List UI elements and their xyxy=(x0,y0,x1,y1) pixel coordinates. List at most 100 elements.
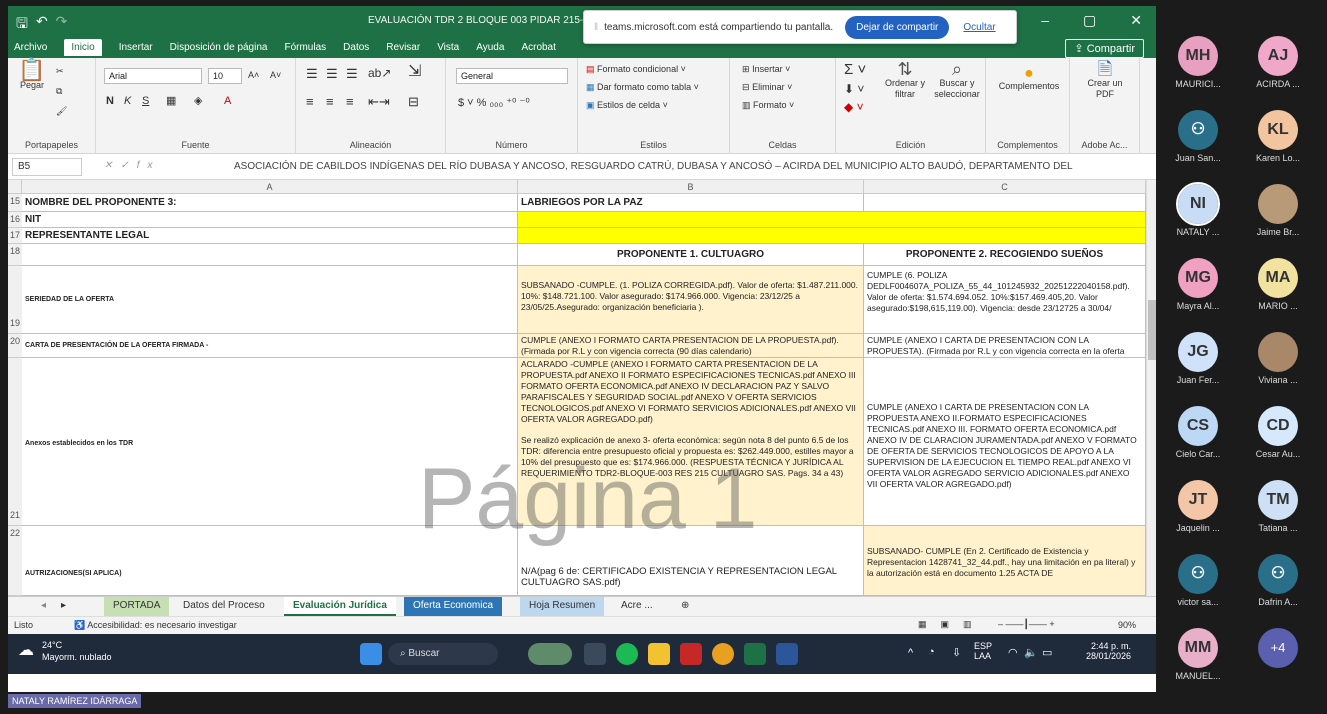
sort-filter-button[interactable]: ⇅ Ordenar y filtrar xyxy=(882,60,928,100)
table-cell[interactable]: NOMBRE DEL PROPONENTE 3: xyxy=(22,194,518,212)
table-cell[interactable]: REPRESENTANTE LEGAL xyxy=(22,228,518,244)
font-size-select[interactable]: 10 xyxy=(208,68,242,84)
table-cell[interactable]: SUBSANADO -CUMPLE. (1. POLIZA CORREGIDA.… xyxy=(518,266,864,334)
row-header[interactable]: 17 xyxy=(8,228,22,244)
sheet-tab-evaluacion-juridica[interactable]: Evaluación Jurídica xyxy=(284,597,396,616)
paste-button[interactable]: 📋 Pegar xyxy=(14,59,50,91)
clear-icon[interactable]: ◆ ˅ xyxy=(844,101,864,113)
table-cell[interactable]: PROPONENTE 1. CULTUAGRO xyxy=(518,244,864,266)
formula-content[interactable]: ASOCIACIÓN DE CABILDOS INDÍGENAS DEL RÍO… xyxy=(234,161,1073,172)
excel-icon[interactable] xyxy=(744,643,766,665)
sheet-tab-portada[interactable]: PORTADA xyxy=(104,597,170,616)
merge-icon[interactable]: ⊟ xyxy=(408,95,419,108)
table-cell[interactable] xyxy=(518,212,1146,228)
acrobat-icon[interactable] xyxy=(680,643,702,665)
next-sheet-icon[interactable]: ▸ xyxy=(52,597,75,616)
widget-icon[interactable] xyxy=(528,643,572,665)
cell-styles-button[interactable]: ▣ Estilos de celda ˅ xyxy=(586,100,668,111)
battery-icon[interactable]: ▭ xyxy=(1042,646,1052,659)
tab-disposicion[interactable]: Disposición de página xyxy=(170,42,268,53)
participant-tile[interactable]: Viviana ... xyxy=(1244,332,1312,392)
start-icon[interactable] xyxy=(360,643,382,665)
number-format-select[interactable]: General xyxy=(456,68,568,84)
fill-color-icon[interactable]: ◈ xyxy=(194,96,202,107)
share-button[interactable]: ⇪ Compartir xyxy=(1065,39,1144,58)
autosum-icon[interactable]: Σ ˅ xyxy=(844,62,866,77)
redo-icon[interactable]: ↷ xyxy=(56,13,68,37)
tab-revisar[interactable]: Revisar xyxy=(386,42,420,53)
wrap-text-icon[interactable]: ⇲ xyxy=(408,64,421,80)
tray-app-icon[interactable]: ◔ xyxy=(928,646,935,658)
usb-icon[interactable]: ⇩ xyxy=(952,646,961,659)
table-cell[interactable]: SERIEDAD DE LA OFERTA xyxy=(22,266,518,334)
table-cell[interactable]: CUMPLE (ANEXO I FORMATO CARTA PRESENTACI… xyxy=(518,334,864,358)
row-header[interactable]: 22 xyxy=(8,526,22,596)
orientation-icon[interactable]: ab↗ xyxy=(368,67,391,79)
undo-icon[interactable]: ↶ xyxy=(36,13,48,37)
table-cell[interactable]: CUMPLE (6. POLIZA DEDLF004607A_POLIZA_55… xyxy=(864,266,1146,334)
sheet-tab-oferta-economica[interactable]: Oferta Economica xyxy=(404,597,503,616)
save-icon[interactable]: 🖫 xyxy=(16,13,28,37)
create-pdf-button[interactable]: 🗎 Crear un PDF xyxy=(1078,60,1132,100)
participant-tile[interactable]: JG Juan Fer... xyxy=(1164,332,1232,392)
borders-icon[interactable]: ▦ xyxy=(166,96,176,107)
participant-tile[interactable]: MG Mayra Al... xyxy=(1164,258,1232,318)
tab-formulas[interactable]: Fórmulas xyxy=(284,42,326,53)
align-right-icon[interactable]: ≡ xyxy=(346,95,354,108)
file-explorer-icon[interactable] xyxy=(648,643,670,665)
cut-icon[interactable]: ✂ xyxy=(56,66,64,77)
row-header[interactable]: 21 xyxy=(8,358,22,526)
tab-datos[interactable]: Datos xyxy=(343,42,369,53)
font-name-select[interactable]: Arial xyxy=(104,68,202,84)
tab-archivo[interactable]: Archivo xyxy=(14,42,47,53)
formula-controls[interactable]: ✕✓fx xyxy=(104,160,161,171)
accessibility-status[interactable]: ♿ Accesibilidad: es necesario investigar xyxy=(74,620,237,631)
table-cell[interactable] xyxy=(864,194,1146,212)
row-header[interactable]: 18 xyxy=(8,244,22,266)
view-buttons[interactable]: ▦▣▥ xyxy=(918,619,986,630)
row-header[interactable]: 19 xyxy=(8,266,22,334)
row-header[interactable]: 20 xyxy=(8,334,22,358)
participant-tile[interactable]: TM Tatiana ... xyxy=(1244,480,1312,540)
participant-tile[interactable]: CS Cielo Car... xyxy=(1164,406,1232,466)
participant-tile[interactable]: ⚇ Juan San... xyxy=(1164,110,1232,170)
column-header-c[interactable]: C xyxy=(864,180,1146,194)
chrome-icon[interactable] xyxy=(712,643,734,665)
format-cells-button[interactable]: ▥ Formato ˅ xyxy=(742,100,794,111)
table-cell[interactable]: CUMPLE (ANEXO I CARTA DE PRESENTACION CO… xyxy=(864,358,1146,526)
close-icon[interactable]: ✕ xyxy=(1130,12,1142,29)
participant-tile[interactable]: MM MANUEL... xyxy=(1164,628,1232,688)
underline-icon[interactable]: S xyxy=(142,96,149,107)
conditional-format-button[interactable]: ▤ Formato condicional ˅ xyxy=(586,64,686,75)
tab-ayuda[interactable]: Ayuda xyxy=(476,42,504,53)
currency-icon[interactable]: $ ˅ % ₀₀₀ ⁺⁰ ⁻⁰ xyxy=(458,98,530,109)
tab-vista[interactable]: Vista xyxy=(437,42,459,53)
column-header-b[interactable]: B xyxy=(518,180,864,194)
row-header[interactable]: 16 xyxy=(8,212,22,228)
align-top-icon[interactable]: ☰ xyxy=(306,67,318,80)
complements-button[interactable]: ● Complementos xyxy=(994,66,1064,92)
tab-acrobat[interactable]: Acrobat xyxy=(521,42,555,53)
column-header-a[interactable]: A xyxy=(22,180,518,194)
table-cell[interactable]: NIT xyxy=(22,212,518,228)
volume-icon[interactable]: 🔈 xyxy=(1024,646,1038,659)
minimize-icon[interactable]: – xyxy=(1041,12,1049,29)
participant-tile[interactable]: MA MARIO ... xyxy=(1244,258,1312,318)
tab-insertar[interactable]: Insertar xyxy=(119,42,153,53)
row-header[interactable]: 15 xyxy=(8,194,22,212)
table-cell[interactable]: AUTRIZACIONES(SI APLICA) xyxy=(22,526,518,596)
participant-tile[interactable]: AJ ACIRDA ... xyxy=(1244,36,1312,96)
table-cell[interactable]: CARTA DE PRESENTACIÓN DE LA OFERTA FIRMA… xyxy=(22,334,518,358)
wifi-icon[interactable]: ◠ xyxy=(1008,646,1018,659)
zoom-level[interactable]: 90% xyxy=(1118,620,1136,630)
indent-icon[interactable]: ⇤⇥ xyxy=(368,95,390,108)
language-indicator[interactable]: ESP LAA xyxy=(974,641,992,661)
participant-tile[interactable]: KL Karen Lo... xyxy=(1244,110,1312,170)
table-cell[interactable]: N/A(pag 6 de: CERTIFICADO EXISTENCIA Y R… xyxy=(518,526,864,596)
clock[interactable]: 2:44 p. m. 28/01/2026 xyxy=(1086,641,1131,661)
participant-tile[interactable]: ⚇ victor sa... xyxy=(1164,554,1232,614)
shrink-font-icon[interactable]: A˅ xyxy=(270,70,281,81)
stop-sharing-button[interactable]: Dejar de compartir xyxy=(845,15,950,39)
table-cell[interactable]: SUBSANADO- CUMPLE (En 2. Certificado de … xyxy=(864,526,1146,596)
table-cell[interactable] xyxy=(518,228,1146,244)
